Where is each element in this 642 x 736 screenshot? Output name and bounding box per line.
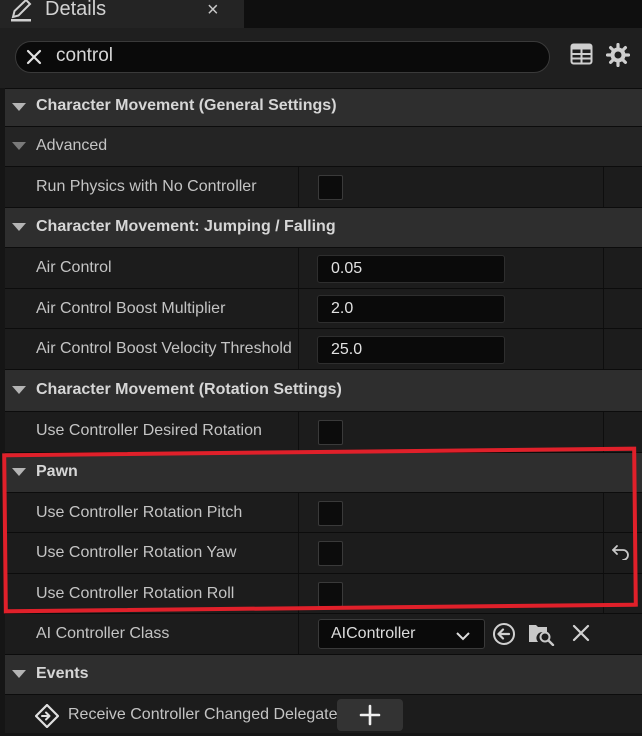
field-value: 2.0: [331, 300, 354, 317]
ai-controller-class-dropdown[interactable]: AIController: [318, 619, 485, 649]
category-pawn[interactable]: Pawn: [5, 452, 642, 492]
run-physics-checkbox[interactable]: [318, 175, 343, 200]
property-label: Use Controller Desired Rotation: [36, 422, 262, 439]
property-row-air-boost-threshold: Air Control Boost Velocity Threshold 25.…: [5, 328, 642, 369]
category-label: Character Movement (General Settings): [36, 97, 337, 114]
property-label: Use Controller Rotation Pitch: [36, 504, 243, 521]
property-label: Run Physics with No Controller: [36, 178, 257, 195]
column-divider: [603, 493, 604, 532]
desired-rotation-checkbox[interactable]: [318, 420, 343, 445]
column-divider[interactable]: [298, 614, 299, 654]
property-label: Air Control: [36, 259, 112, 276]
column-divider: [603, 574, 604, 613]
tab-bar: Details ×: [0, 0, 642, 28]
property-row-rotation-yaw: Use Controller Rotation Yaw: [5, 532, 642, 573]
plus-icon: [359, 704, 381, 726]
property-label: Use Controller Rotation Yaw: [36, 544, 237, 561]
chevron-down-icon: [456, 628, 470, 646]
property-row-ai-controller-class: AI Controller Class AIController: [5, 613, 642, 654]
property-row-air-boost-multiplier: Air Control Boost Multiplier 2.0: [5, 288, 642, 328]
property-row-rotation-roll: Use Controller Rotation Roll: [5, 573, 642, 613]
air-boost-multiplier-field[interactable]: 2.0: [317, 295, 505, 323]
column-divider: [603, 289, 604, 328]
property-row-receive-delegate: Receive Controller Changed Delegate: [5, 694, 642, 733]
column-divider[interactable]: [298, 574, 299, 613]
property-row-rotation-pitch: Use Controller Rotation Pitch: [5, 492, 642, 532]
property-label: Air Control Boost Multiplier: [36, 300, 226, 317]
column-divider: [603, 533, 604, 573]
details-toolbar: control: [0, 28, 642, 88]
rotation-pitch-checkbox[interactable]: [318, 501, 343, 526]
category-rotation-settings[interactable]: Character Movement (Rotation Settings): [5, 369, 642, 411]
rotation-yaw-checkbox[interactable]: [318, 541, 343, 566]
add-event-button[interactable]: [337, 699, 403, 731]
table-icon[interactable]: [570, 43, 593, 70]
pencil-icon: [10, 0, 36, 29]
column-divider[interactable]: [298, 533, 299, 573]
property-row-run-physics: Run Physics with No Controller: [5, 166, 642, 207]
expand-arrow-icon[interactable]: [12, 103, 26, 111]
category-events[interactable]: Events: [5, 654, 642, 694]
subcategory-advanced[interactable]: Advanced: [5, 126, 642, 166]
expand-arrow-icon[interactable]: [12, 223, 26, 231]
property-label: Air Control Boost Velocity Threshold: [36, 340, 292, 357]
dropdown-value: AIController: [331, 625, 416, 642]
field-value: 25.0: [331, 341, 363, 358]
category-general-settings[interactable]: Character Movement (General Settings): [5, 88, 642, 126]
air-control-field[interactable]: 0.05: [317, 255, 505, 283]
category-label: Pawn: [36, 463, 78, 480]
expand-arrow-icon[interactable]: [12, 386, 26, 394]
expand-arrow-icon[interactable]: [12, 670, 26, 678]
column-divider[interactable]: [298, 289, 299, 328]
column-divider[interactable]: [298, 248, 299, 288]
property-row-desired-rotation: Use Controller Desired Rotation: [5, 411, 642, 452]
column-divider[interactable]: [298, 493, 299, 532]
property-label: Receive Controller Changed Delegate: [68, 706, 338, 723]
category-jumping-falling[interactable]: Character Movement: Jumping / Falling: [5, 207, 642, 247]
column-divider: [603, 167, 604, 207]
search-input[interactable]: control: [56, 45, 113, 67]
browse-asset-icon[interactable]: [528, 622, 556, 651]
gear-icon[interactable]: [605, 42, 631, 72]
air-boost-threshold-field[interactable]: 25.0: [317, 336, 505, 364]
column-divider[interactable]: [298, 412, 299, 452]
column-divider[interactable]: [298, 167, 299, 207]
clear-icon[interactable]: [571, 623, 591, 648]
tab-title: Details: [45, 0, 107, 20]
category-label: Character Movement: Jumping / Falling: [36, 218, 336, 235]
reset-to-default-icon[interactable]: [611, 544, 631, 565]
use-selected-asset-icon[interactable]: [492, 622, 516, 651]
event-diamond-icon: [34, 703, 60, 733]
category-label: Character Movement (Rotation Settings): [36, 381, 342, 398]
expand-arrow-icon[interactable]: [12, 468, 26, 476]
field-value: 0.05: [331, 260, 363, 277]
property-row-air-control: Air Control 0.05: [5, 247, 642, 288]
tab-close-button[interactable]: ×: [207, 0, 219, 22]
column-divider: [603, 412, 604, 452]
rotation-roll-checkbox[interactable]: [318, 582, 343, 607]
column-divider[interactable]: [298, 329, 299, 369]
property-label: AI Controller Class: [36, 625, 170, 642]
expand-arrow-icon[interactable]: [12, 142, 26, 150]
details-tab[interactable]: Details ×: [0, 0, 244, 28]
subcategory-label: Advanced: [36, 137, 108, 154]
category-label: Events: [36, 665, 89, 682]
column-divider: [603, 248, 604, 288]
search-box[interactable]: control: [15, 41, 550, 73]
property-label: Use Controller Rotation Roll: [36, 585, 235, 602]
column-divider: [603, 329, 604, 369]
close-icon[interactable]: [24, 47, 44, 72]
